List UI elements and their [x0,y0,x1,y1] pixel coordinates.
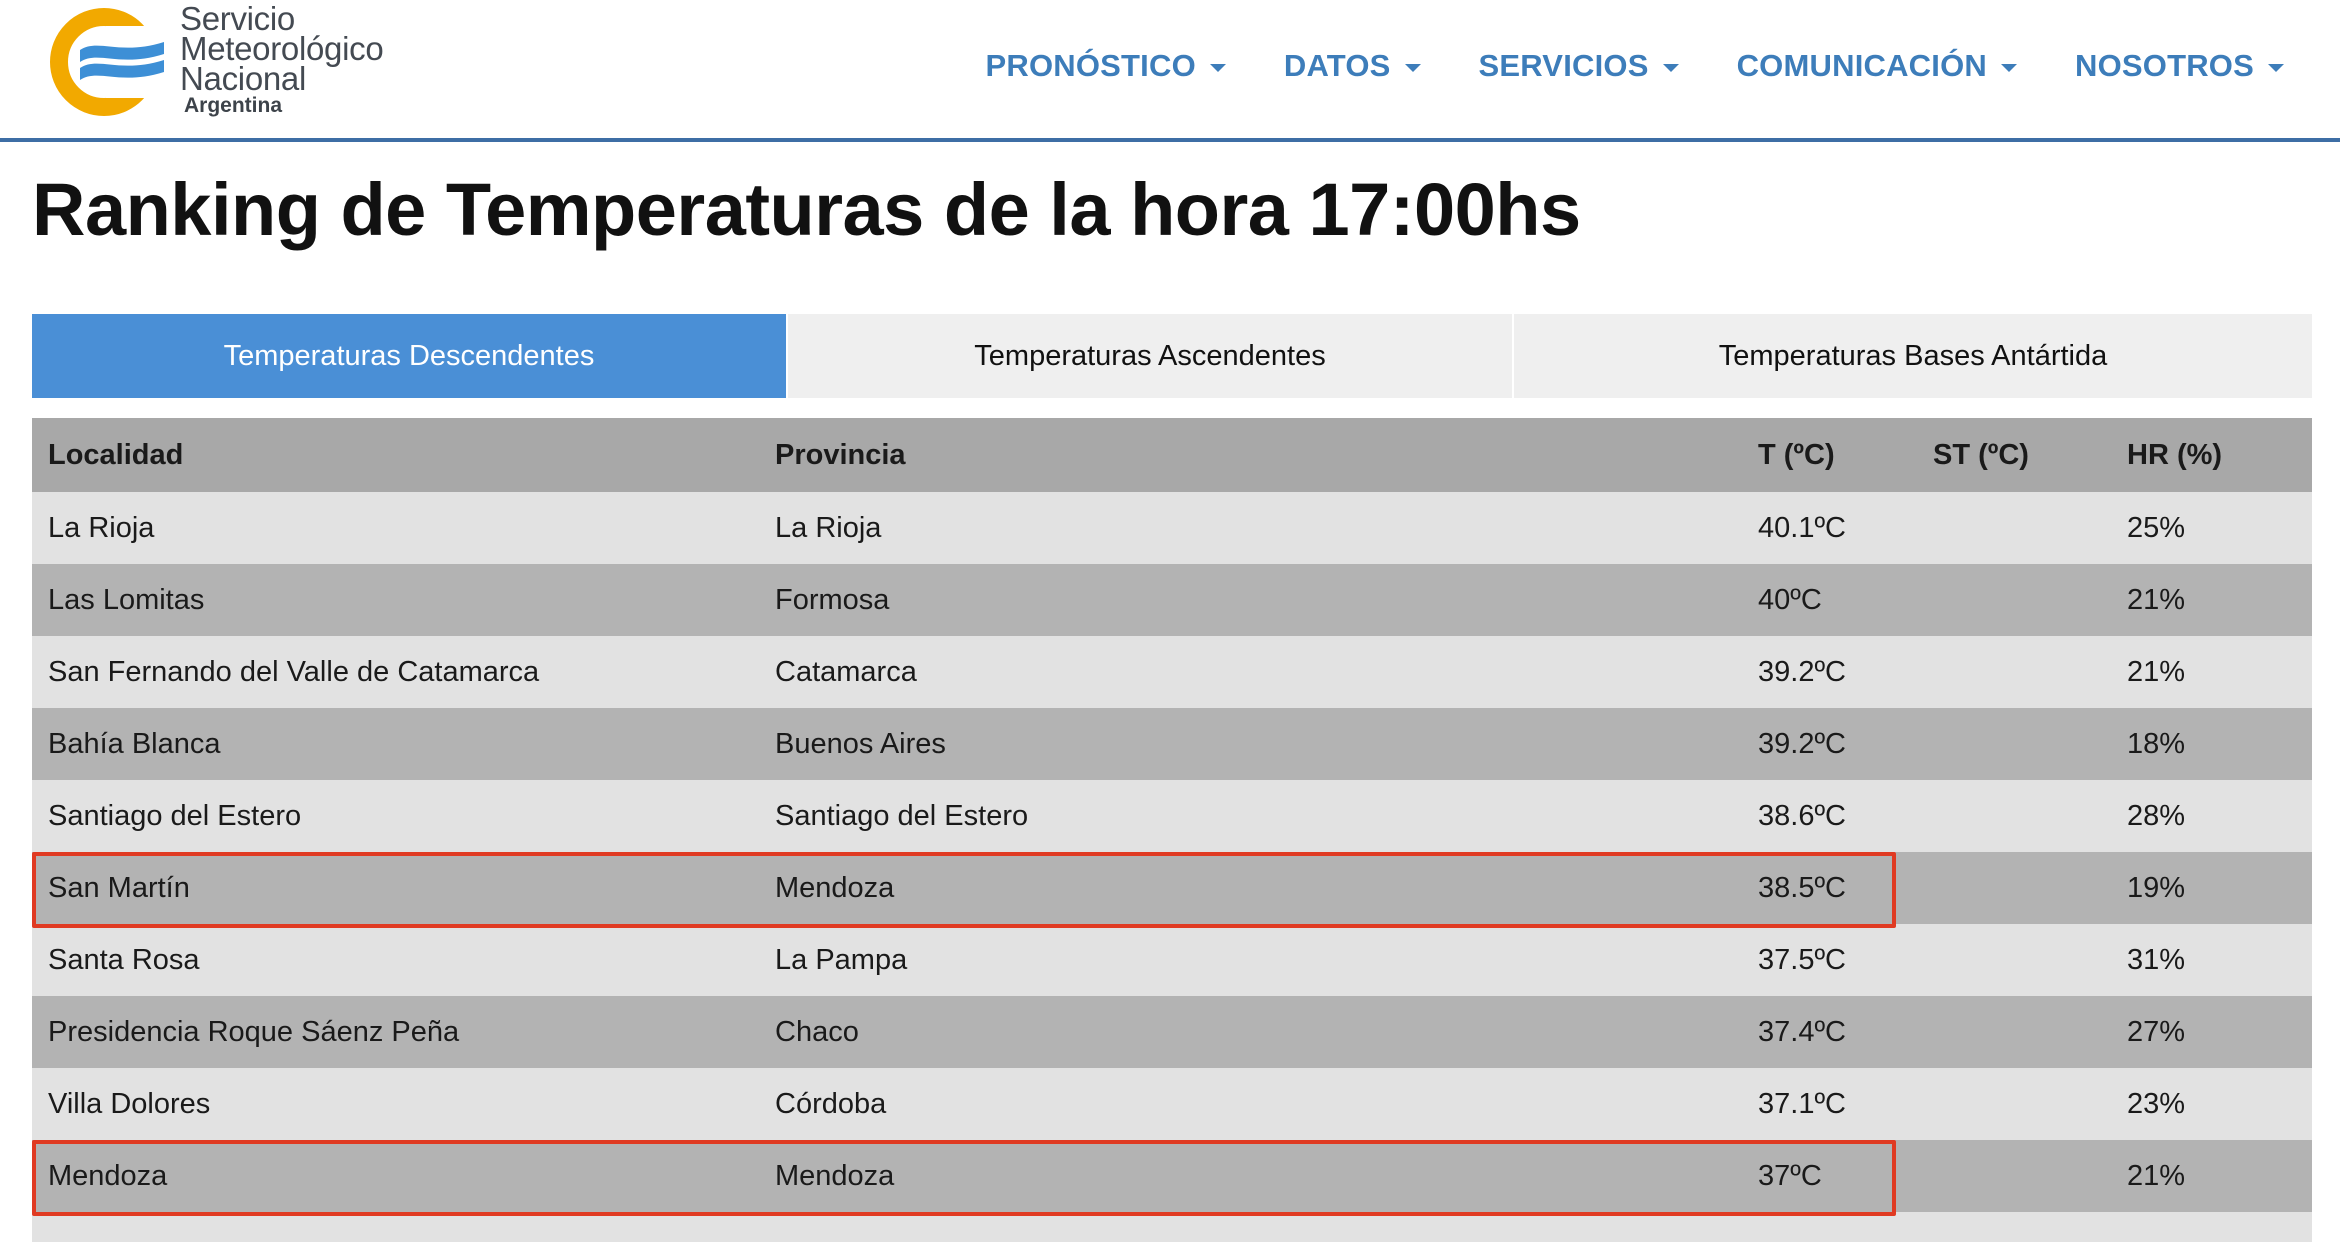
site-header: Servicio Meteorológico Nacional Argentin… [0,0,2340,142]
main-nav: PRONÓSTICO DATOS SERVICIOS COMUNICACIÓN … [985,48,2284,84]
header-temperatura[interactable]: T (ºC) [1758,439,1933,472]
cell-provincia: La Pampa [775,943,908,976]
cell-localidad: Bahía Blanca [48,727,221,760]
cell-humedad: 31% [2127,943,2186,976]
logo-wordmark: Servicio Meteorológico Nacional Argentin… [180,2,384,118]
cell-provincia: La Rioja [775,511,882,544]
header-sensacion-termica[interactable]: ST (ºC) [1933,439,2127,472]
cell-humedad: 27% [2127,1015,2186,1048]
cell-localidad: Villa Dolores [48,1087,211,1120]
cell-humedad: 18% [2127,727,2186,760]
nav-datos-label: DATOS [1283,48,1391,83]
ranking-table: Localidad Provincia T (ºC) ST (ºC) HR (%… [32,418,2312,1242]
cell-provincia: Buenos Aires [775,727,946,760]
table-row: Bahía Blanca Buenos Aires 39.2ºC 18% [32,708,2312,780]
cell-localidad: San Fernando del Valle de Catamarca [48,655,540,688]
cell-humedad: 21% [2127,1159,2186,1192]
cell-localidad: Presidencia Roque Sáenz Peña [48,1015,460,1048]
cell-provincia: Catamarca [775,655,917,688]
cell-localidad: Santiago del Estero [48,799,302,832]
cell-humedad: 25% [2127,511,2186,544]
cell-temperatura: 38.6ºC [1758,799,1846,832]
cell-humedad: 21% [2127,655,2186,688]
cell-humedad: 19% [2127,871,2186,904]
cell-temperatura: 37.1ºC [1758,1087,1846,1120]
caret-down-icon [1662,64,1679,72]
smn-logo-icon [50,8,170,116]
nav-datos[interactable]: DATOS [1284,48,1421,84]
nav-pronostico[interactable]: PRONÓSTICO [985,48,1226,84]
table-row: Santiago del Estero Santiago del Estero … [32,780,2312,852]
table-row: San Martín Mendoza 38.5ºC 19% [32,852,2312,924]
tab-temperaturas-ascendentes[interactable]: Temperaturas Ascendentes [786,314,1512,398]
logo-line-3: Nacional [180,60,307,97]
cell-localidad: Las Lomitas [48,583,205,616]
cell-localidad: Mendoza [48,1159,168,1192]
nav-nosotros-label: NOSOTROS [2074,48,2254,83]
cell-localidad: San Martín [48,871,190,904]
nav-comunicacion[interactable]: COMUNICACIÓN [1737,48,2017,84]
cell-humedad: 23% [2127,1087,2186,1120]
tab-temperaturas-descendentes[interactable]: Temperaturas Descendentes [32,314,786,398]
cell-provincia: Chaco [775,1015,859,1048]
cell-localidad: La Rioja [48,511,155,544]
table-row: San Fernando del Valle de Catamarca Cata… [32,636,2312,708]
table-header: Localidad Provincia T (ºC) ST (ºC) HR (%… [32,418,2312,492]
header-provincia[interactable]: Provincia [775,439,1758,472]
table-row: Mendoza Mendoza 37ºC 21% [32,1140,2312,1212]
cell-provincia: Formosa [775,583,890,616]
table-row-partial [32,1212,2312,1242]
nav-pronostico-label: PRONÓSTICO [985,48,1196,83]
cell-localidad: Santa Rosa [48,943,200,976]
page-title: Ranking de Temperaturas de la hora 17:00… [32,168,1581,251]
caret-down-icon [1209,64,1226,72]
cell-temperatura: 37.4ºC [1758,1015,1846,1048]
cell-temperatura: 39.2ºC [1758,727,1846,760]
tab-temperaturas-bases-antartida[interactable]: Temperaturas Bases Antártida [1512,314,2312,398]
table-row: Santa Rosa La Pampa 37.5ºC 31% [32,924,2312,996]
nav-servicios[interactable]: SERVICIOS [1479,48,1679,84]
cell-temperatura: 39.2ºC [1758,655,1846,688]
table-row: Villa Dolores Córdoba 37.1ºC 23% [32,1068,2312,1140]
cell-temperatura: 40ºC [1758,583,1822,616]
table-row: Presidencia Roque Sáenz Peña Chaco 37.4º… [32,996,2312,1068]
cell-temperatura: 37.5ºC [1758,943,1846,976]
cell-temperatura: 38.5ºC [1758,871,1846,904]
caret-down-icon [2268,64,2284,72]
ranking-tabs: Temperaturas Descendentes Temperaturas A… [32,314,2312,398]
cell-provincia: Mendoza [775,1159,895,1192]
logo-subtitle: Argentina [184,94,283,117]
cell-humedad: 21% [2127,583,2186,616]
nav-servicios-label: SERVICIOS [1478,48,1649,83]
cell-humedad: 28% [2127,799,2186,832]
cell-temperatura: 40.1ºC [1758,511,1846,544]
cell-provincia: Córdoba [775,1087,887,1120]
caret-down-icon [2000,64,2017,72]
cell-temperatura: 37ºC [1758,1159,1822,1192]
table-row: La Rioja La Rioja 40.1ºC 25% [32,492,2312,564]
nav-comunicacion-label: COMUNICACIÓN [1736,48,1987,83]
cell-provincia: Santiago del Estero [775,799,1029,832]
header-localidad[interactable]: Localidad [32,439,775,472]
table-row: Las Lomitas Formosa 40ºC 21% [32,564,2312,636]
header-humedad[interactable]: HR (%) [2127,439,2312,472]
cell-provincia: Mendoza [775,871,895,904]
nav-nosotros[interactable]: NOSOTROS [2075,48,2284,84]
caret-down-icon [1404,64,1421,72]
smn-logo[interactable]: Servicio Meteorológico Nacional Argentin… [46,2,446,118]
